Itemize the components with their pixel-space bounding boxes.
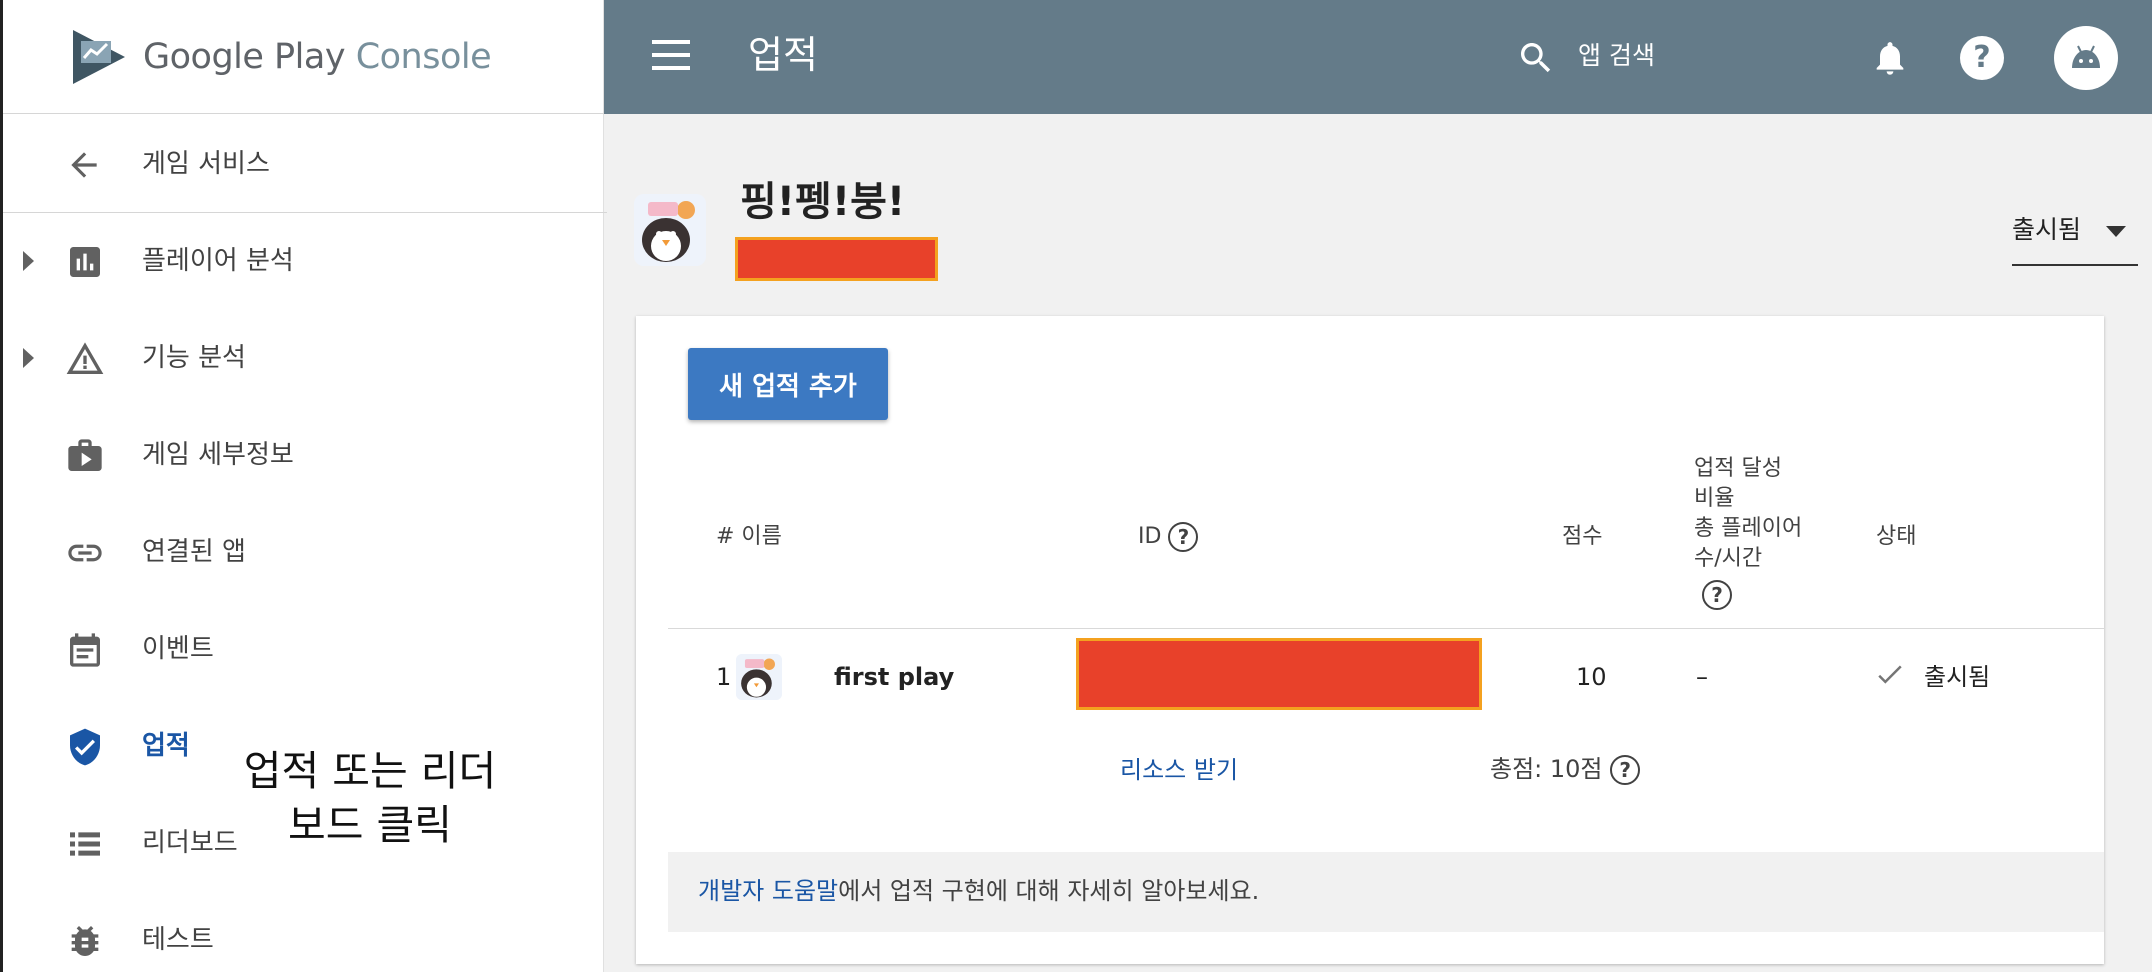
annotation-line-1: 업적 또는 리더 [243,747,497,795]
instruction-annotation: 업적 또는 리더 보드 클릭 [231,744,509,852]
sidebar-item-label: 연결된 앱 [142,537,246,567]
column-header-id-label: ID [1138,524,1162,549]
sidebar-item-label: 리더보드 [142,828,238,858]
help-icon[interactable]: ? [1960,36,2004,80]
dropdown-arrow-icon [2106,226,2126,237]
sidebar-item-label: 이벤트 [142,634,214,664]
column-header-points[interactable]: 점수 [1562,522,1602,552]
shield-check-icon [70,728,100,766]
expand-caret-icon[interactable] [23,348,34,368]
play-console-logo[interactable]: Google Play Console [3,0,607,114]
brand-name: Google Play Console [143,34,492,80]
redacted-package-name [735,237,938,281]
column-header-rate-line-3: 총 플레이어 [1694,516,1803,541]
sidebar-item-feature-analytics[interactable]: 기능 분석 [3,310,607,407]
developer-help-link[interactable]: 개발자 도움말 [698,877,838,905]
page-title: 업적 [748,33,818,77]
notifications-bell-icon[interactable] [1870,36,1910,80]
arrow-back-icon [71,152,97,178]
penguin-achievement-icon [736,654,782,700]
help-circle-icon[interactable]: ? [1610,755,1641,785]
warning-triangle-icon [66,342,104,374]
developer-help-text: 개발자 도움말에서 업적 구현에 대해 자세히 알아보세요. [698,874,1259,908]
column-header-status[interactable]: 상태 [1876,522,1916,552]
account-avatar[interactable] [2054,26,2118,90]
column-header-rate-line-1: 업적 달성 [1694,456,1782,481]
row-index: 1 [716,663,732,691]
hamburger-menu-icon[interactable] [652,38,692,74]
brand-console: Console [355,37,492,77]
list-icon [70,832,100,856]
column-header-unlock-rate[interactable]: 업적 달성 비율 총 플레이어 수/시간 ? [1694,454,1802,610]
game-title: 핑!펭!붕! [740,179,906,225]
calendar-icon [70,633,100,667]
bar-chart-icon [70,247,100,277]
top-app-bar: 업적 앱 검색 ? [604,0,2152,114]
game-icon [634,194,706,266]
briefcase-play-icon [68,439,102,471]
developer-help-notice: 개발자 도움말에서 업적 구현에 대해 자세히 알아보세요. [668,852,2104,932]
redacted-achievement-id [1076,638,1482,710]
back-label: 게임 서비스 [142,149,270,179]
get-resources-link[interactable]: 리소스 받기 [1120,753,1238,787]
link-icon [68,544,102,562]
achievement-status: 출시됨 [1924,663,1991,691]
sidebar-item-label: 테스트 [142,925,214,955]
search-icon[interactable] [1516,38,1556,78]
search-input[interactable]: 앱 검색 [1578,38,1655,74]
brand-google-play: Google Play [143,37,346,77]
achievement-points: 10 [1576,663,1607,691]
annotation-line-2: 보드 클릭 [288,801,452,849]
table-header-divider [668,628,2104,629]
column-header-name[interactable]: # 이름 [716,522,782,552]
sidebar-item-label: 업적 [142,731,190,761]
achievement-unlock-rate: – [1696,663,1708,691]
play-console-logo-icon [73,30,125,84]
status-filter-dropdown[interactable]: 출시됨 [2012,208,2138,266]
column-header-rate-line-4: 수/시간 [1694,546,1763,571]
sidebar-item-player-analytics[interactable]: 플레이어 분석 [3,213,607,310]
achievement-icon [736,654,782,700]
column-header-rate-line-2: 비율 [1694,486,1735,511]
check-icon [1878,665,1902,684]
sidebar-item-game-details[interactable]: 게임 세부정보 [3,407,607,504]
total-points-text: 총점: 10점 [1490,755,1603,783]
achievements-card: 새 업적 추가 # 이름 ID ? 점수 업적 달성 비율 총 플레이어 수/시… [636,316,2104,964]
bug-icon [71,926,99,956]
help-circle-icon[interactable]: ? [1168,522,1199,552]
column-header-id[interactable]: ID ? [1138,522,1199,552]
help-circle-icon[interactable]: ? [1702,580,1732,610]
sidebar: Google Play Console 게임 서비스 플레이어 분석 기능 분석… [0,0,607,972]
sidebar-item-events[interactable]: 이벤트 [3,601,607,698]
add-achievement-button[interactable]: 새 업적 추가 [688,348,888,420]
penguin-game-icon [634,194,706,266]
total-points: 총점: 10점 ? [1490,752,1641,786]
sidebar-item-label: 게임 세부정보 [142,440,294,470]
expand-caret-icon[interactable] [23,251,34,271]
android-icon [2072,45,2100,68]
sidebar-item-label: 플레이어 분석 [142,246,294,276]
status-filter-value: 출시됨 [2012,215,2082,244]
back-to-game-services[interactable]: 게임 서비스 [3,114,607,213]
achievement-name[interactable]: first play [834,660,954,694]
developer-help-description: 에서 업적 구현에 대해 자세히 알아보세요. [838,877,1260,905]
sidebar-item-testing[interactable]: 테스트 [3,892,607,972]
sidebar-item-linked-apps[interactable]: 연결된 앱 [3,504,607,601]
sidebar-item-label: 기능 분석 [142,343,246,373]
